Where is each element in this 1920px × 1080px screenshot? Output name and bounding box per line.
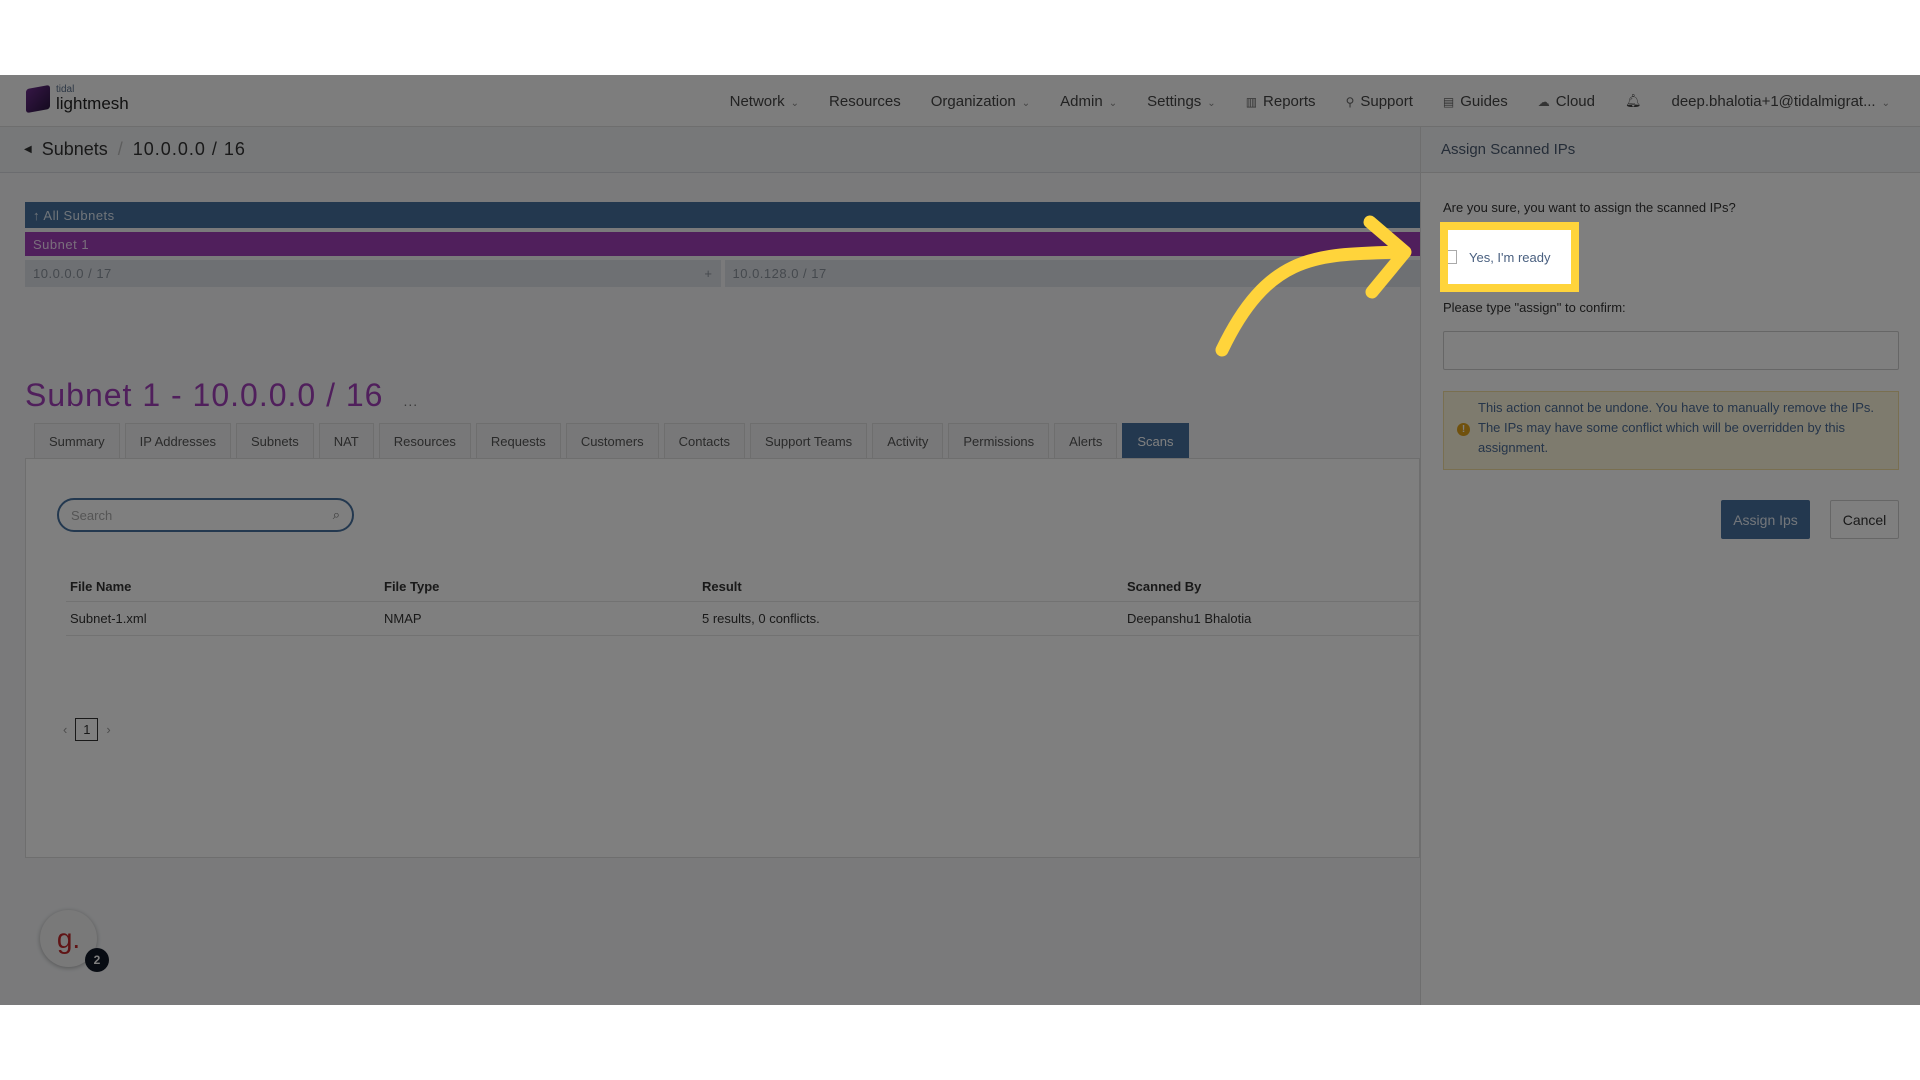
breadcrumb: ◀ Subnets / 10.0.0.0 / 16 <box>0 127 1420 173</box>
nav-organization[interactable]: Organization ⌄ <box>931 93 1030 110</box>
tab-activity[interactable]: Activity <box>872 423 944 459</box>
tab-scans[interactable]: Scans <box>1122 423 1189 459</box>
nav-reports[interactable]: ▥ Reports <box>1246 93 1316 110</box>
checkbox-label: Yes, I'm ready <box>1469 249 1551 265</box>
user-menu[interactable]: deep.bhalotia+1@tidalmigrat... ⌄ <box>1672 93 1891 110</box>
ready-checkbox[interactable] <box>1448 250 1457 264</box>
nav-settings[interactable]: Settings ⌄ <box>1147 93 1216 110</box>
col-file-name[interactable]: File Name <box>66 579 384 594</box>
nav-support[interactable]: ⚲ Support <box>1346 93 1413 110</box>
chevron-down-icon: ⌄ <box>1108 97 1118 109</box>
cell-file-type: NMAP <box>384 611 422 626</box>
page-title-text: Subnet 1 - 10.0.0.0 / 16 <box>25 377 384 413</box>
panel-question: Are you sure, you want to assign the sca… <box>1443 200 1736 215</box>
confirm-input[interactable] <box>1443 331 1899 370</box>
nav-cloud[interactable]: ☁ Cloud <box>1538 93 1595 110</box>
more-options-icon[interactable]: ... <box>403 393 418 409</box>
table-row[interactable]: Subnet-1.xml NMAP 5 results, 0 conflicts… <box>66 602 1421 636</box>
warning-text: This action cannot be undone. You have t… <box>1478 400 1875 455</box>
next-page-icon[interactable]: › <box>106 722 110 737</box>
nav-label: Organization <box>930 92 1016 110</box>
tab-ip-addresses[interactable]: IP Addresses <box>124 423 231 459</box>
breadcrumb-current: 10.0.0.0 / 16 <box>132 139 246 159</box>
notification-badge: 2 <box>85 948 109 972</box>
search-input[interactable]: Search ⌕ <box>57 498 354 532</box>
help-widget-button[interactable]: g. 2 <box>40 910 109 972</box>
subnet-1-bar[interactable]: Subnet 1 <box>25 232 1420 256</box>
app: tidal lightmesh Network ⌄ Resources Organiza… <box>0 75 1920 1005</box>
nav-label: Guides <box>1460 92 1508 110</box>
search-placeholder: Search <box>71 507 113 523</box>
assign-ips-button[interactable]: Assign Ips <box>1721 500 1810 539</box>
add-subnet-icon[interactable]: + <box>704 266 712 281</box>
prev-page-icon[interactable]: ‹ <box>63 722 67 737</box>
col-file-type[interactable]: File Type <box>384 579 702 594</box>
page-title: Subnet 1 - 10.0.0.0 / 16... <box>25 377 418 414</box>
confirm-label: Please type "assign" to confirm: <box>1443 300 1626 315</box>
nav-label: Support <box>1360 92 1413 110</box>
cell-scanned-by: Deepanshu1 Bhalotia <box>1127 611 1252 626</box>
nav-label: Reports <box>1263 92 1316 110</box>
tab-contacts[interactable]: Contacts <box>663 423 745 459</box>
top-navbar: tidal lightmesh Network ⌄ Resources Organiza… <box>0 75 1920 127</box>
user-email: deep.bhalotia+1@tidalmigrat... <box>1671 92 1876 110</box>
child-subnet-2[interactable]: 10.0.128.0 / 17 <box>724 260 1420 287</box>
child-subnet-label: 10.0.128.0 / 17 <box>732 266 827 281</box>
child-subnets: 10.0.0.0 / 17 + 10.0.128.0 / 17 <box>25 260 1420 287</box>
child-subnet-1[interactable]: 10.0.0.0 / 17 + <box>25 260 721 287</box>
tab-customers[interactable]: Customers <box>565 423 659 459</box>
tab-alerts[interactable]: Alerts <box>1054 423 1118 459</box>
tab-resources[interactable]: Resources <box>378 423 471 459</box>
warning-box: ! This action cannot be undone. You have … <box>1443 391 1899 470</box>
nav-label: Admin <box>1060 92 1103 110</box>
nav-guides[interactable]: ▤ Guides <box>1443 93 1508 110</box>
tab-permissions[interactable]: Permissions <box>948 423 1050 459</box>
tab-bar: Summary IP Addresses Subnets NAT Resources Re… <box>34 423 1189 459</box>
bell-icon[interactable]: 🔔︎ <box>1625 93 1642 109</box>
nav-label: Cloud <box>1555 92 1595 110</box>
highlighted-checkbox[interactable]: Yes, I'm ready <box>1440 222 1579 292</box>
tab-summary[interactable]: Summary <box>34 423 120 459</box>
all-subnets-bar[interactable]: ↑ All Subnets <box>25 202 1420 228</box>
chevron-down-icon: ⌄ <box>1207 97 1216 109</box>
logo[interactable]: tidal lightmesh <box>26 84 129 113</box>
child-subnet-label: 10.0.0.0 / 17 <box>33 266 112 281</box>
tab-subnets[interactable]: Subnets <box>236 423 314 459</box>
cell-file-name: Subnet-1.xml <box>70 611 147 626</box>
tab-support-teams[interactable]: Support Teams <box>749 423 868 459</box>
cell-result: 5 results, 0 conflicts. <box>702 611 820 626</box>
chevron-down-icon: ⌄ <box>1881 97 1890 109</box>
pagination: ‹ 1 › <box>63 718 111 741</box>
breadcrumb-subnets[interactable]: Subnets <box>42 139 108 160</box>
page-1[interactable]: 1 <box>75 718 99 741</box>
breadcrumb-separator: / <box>117 139 123 159</box>
nav-label: Resources <box>829 92 901 110</box>
book-icon: ▤ <box>1442 94 1455 109</box>
chart-icon: ▥ <box>1245 94 1258 109</box>
scans-panel: Search ⌕ File Name File Type Result Scann… <box>25 458 1421 858</box>
tab-requests[interactable]: Requests <box>475 423 561 459</box>
wrench-icon: ⚲ <box>1345 94 1355 109</box>
warning-icon: ! <box>1457 423 1470 436</box>
col-result[interactable]: Result <box>702 579 1127 594</box>
panel-title: Assign Scanned IPs <box>1421 127 1920 173</box>
nav-network[interactable]: Network ⌄ <box>730 93 799 110</box>
nav-resources[interactable]: Resources <box>829 93 901 110</box>
logo-mark-icon <box>26 84 50 113</box>
chevron-down-icon: ⌄ <box>1021 97 1031 109</box>
cancel-button[interactable]: Cancel <box>1830 500 1899 539</box>
nav-label: Settings <box>1147 92 1202 110</box>
nav-admin[interactable]: Admin ⌄ <box>1060 93 1117 110</box>
back-icon[interactable]: ◀ <box>24 144 32 155</box>
nav-label: Network <box>729 92 785 110</box>
help-logo: g. <box>56 922 81 954</box>
chevron-down-icon: ⌄ <box>790 97 800 109</box>
table-header: File Name File Type Result Scanned By <box>66 572 1421 602</box>
col-scanned-by[interactable]: Scanned By <box>1127 579 1421 594</box>
logo-large: lightmesh <box>56 94 129 113</box>
search-icon[interactable]: ⌕ <box>333 507 340 523</box>
tab-nat[interactable]: NAT <box>318 423 374 459</box>
nav-menu: Network ⌄ Resources Organization ⌄ Admin ⌄ Sett… <box>730 75 1890 127</box>
cloud-icon: ☁ <box>1537 94 1550 109</box>
